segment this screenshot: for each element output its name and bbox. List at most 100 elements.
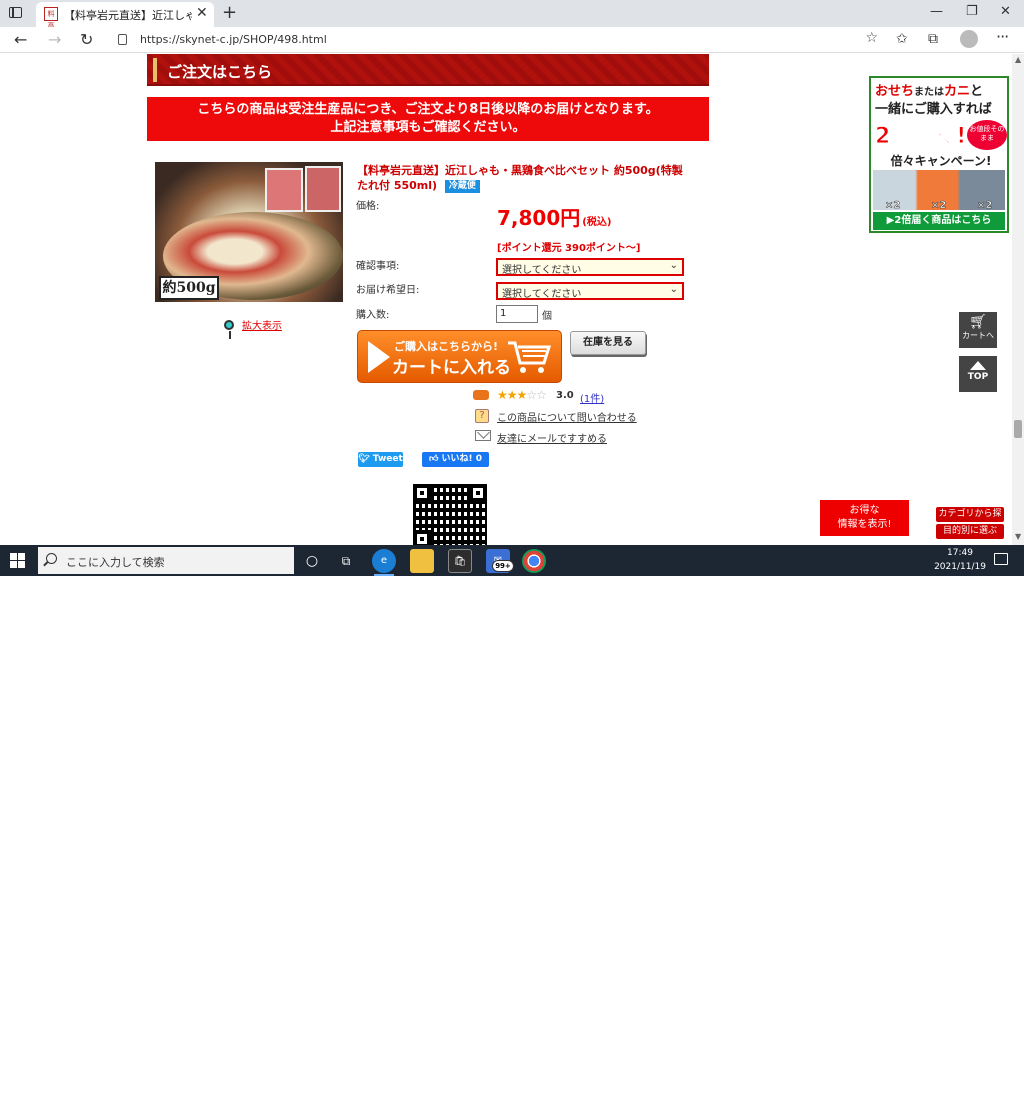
tab-title: 【料亭岩元直送】近江しゃも・黒鶏食 xyxy=(64,9,192,22)
store-icon[interactable]: 🛍︎ xyxy=(448,549,472,573)
page-scrollbar[interactable]: ▲ ▼ xyxy=(1012,54,1024,545)
banner-footer-link[interactable]: ▶2倍届く商品はこちら xyxy=(873,212,1005,230)
star-empty-icon: ☆ xyxy=(526,388,537,402)
people-icon[interactable]: ☺ xyxy=(830,1099,840,1110)
confirm-select[interactable]: 選択してください ⌄ xyxy=(496,258,684,276)
banner-multiplier: ×2 xyxy=(885,200,901,212)
scroll-up-icon[interactable]: ▲ xyxy=(1015,55,1021,64)
back-button[interactable]: ← xyxy=(14,30,27,49)
twitter-bird-icon: 🐦︎ xyxy=(358,454,370,464)
scroll-thumb[interactable] xyxy=(1014,420,1022,438)
delivery-select-value: 選択してください xyxy=(502,289,582,300)
facebook-like-button[interactable]: 👍︎ いいね! 0 xyxy=(422,452,489,467)
collections-icon[interactable]: ⧉ xyxy=(928,31,938,47)
ime-indicator[interactable]: A xyxy=(904,1096,913,1111)
magnifier-icon[interactable] xyxy=(224,320,234,339)
favorite-star-icon[interactable]: ☆ xyxy=(865,30,878,46)
go-to-cart-button[interactable]: 🛒︎ カートへ xyxy=(959,312,997,348)
deals-button[interactable]: お得な 情報を表示! xyxy=(820,500,909,536)
product-title: 【料亭岩元直送】近江しゃも・黒鶏食べ比べセット 約500g(特製たれ付 550m… xyxy=(357,164,683,192)
speaker-icon[interactable]: 🔊︎ xyxy=(884,1099,890,1110)
quantity-input[interactable]: 1 xyxy=(496,305,538,323)
cart-button-label: カートに入れる xyxy=(392,358,511,378)
price: 7,800円 (税込) xyxy=(497,202,611,231)
meat-pack-image xyxy=(305,166,341,212)
purpose-search-button[interactable]: 目的別に選ぶ xyxy=(936,524,1004,539)
cart-side-label: カートへ xyxy=(962,331,994,340)
cortana-icon[interactable]: ○ xyxy=(300,549,324,573)
banner-or: または xyxy=(914,87,945,98)
tweet-button[interactable]: 🐦︎ Tweet xyxy=(358,452,403,467)
clock-time[interactable]: 17:49 xyxy=(940,548,980,558)
browser-tab[interactable]: 料亭 【料亭岩元直送】近江しゃも・黒鶏食 ✕ xyxy=(36,2,214,30)
browser-tab-bar: 料亭 【料亭岩元直送】近江しゃも・黒鶏食 ✕ + — ❐ ✕ xyxy=(0,0,1024,30)
scroll-top-button[interactable]: TOP xyxy=(959,356,997,392)
category-search-button[interactable]: カテゴリから探す xyxy=(936,507,1004,534)
address-bar[interactable]: https://skynet-c.jp/SHOP/498.html ☆ xyxy=(110,30,890,50)
clock-date[interactable]: 2021/11/19 xyxy=(932,562,988,572)
banner-osechi: おせち xyxy=(875,84,915,99)
weight-badge: 約500g xyxy=(159,276,219,300)
rating-value: 3.0 xyxy=(556,390,574,401)
recommend-mail-link[interactable]: 友達にメールですすめる xyxy=(497,430,607,445)
meat-pack-image xyxy=(265,168,303,212)
onedrive-icon[interactable]: ☁ xyxy=(866,1099,876,1110)
cart-icon: 🛒︎ xyxy=(969,314,987,330)
campaign-banner[interactable]: おせちまたはカニと 一緒にご購入すれば 2倍届く! お値段そのまま 倍々キャンペ… xyxy=(869,76,1009,233)
network-icon[interactable]: ▭ xyxy=(848,1099,857,1110)
restore-button[interactable]: ❐ xyxy=(966,4,978,19)
play-arrow-icon xyxy=(368,341,390,373)
taskbar-search[interactable]: ここに入力して検索 xyxy=(38,547,294,574)
deal-line-1: お得な xyxy=(849,505,880,516)
scroll-down-icon[interactable]: ▼ xyxy=(1015,532,1021,541)
edge-icon[interactable]: e xyxy=(372,549,396,576)
tab-actions-button[interactable] xyxy=(6,4,26,22)
confirm-select-value: 選択してください xyxy=(502,265,582,276)
banner-multiplier: ×2 xyxy=(931,200,947,212)
question-icon: ? xyxy=(475,409,489,423)
new-tab-button[interactable]: + xyxy=(222,2,237,23)
file-explorer-icon[interactable] xyxy=(410,549,434,573)
weather-text[interactable]: 16°C くもり xyxy=(748,1100,806,1115)
arrow-up-icon xyxy=(970,361,986,370)
check-stock-button[interactable]: 在庫を見る xyxy=(570,331,646,355)
tab-close-icon[interactable]: ✕ xyxy=(196,5,208,21)
url-text: https://skynet-c.jp/SHOP/498.html xyxy=(140,33,327,46)
minimize-button[interactable]: — xyxy=(930,4,943,19)
product-name: 【料亭岩元直送】近江しゃも・黒鶏食べ比べセット 約500g(特製たれ付 550m… xyxy=(357,163,692,193)
chrome-icon[interactable] xyxy=(522,549,546,573)
delivery-date-label: お届け希望日: xyxy=(356,285,420,296)
product-image[interactable]: 約500g xyxy=(155,162,343,302)
forward-button[interactable]: → xyxy=(48,30,61,49)
price-label: 価格: xyxy=(356,201,380,212)
qr-finder xyxy=(413,530,431,545)
banner-subline: 一緒にご購入すれば xyxy=(875,102,992,117)
tweet-label: Tweet xyxy=(372,454,403,464)
banner-double: 2倍届く! xyxy=(874,124,967,150)
inquiry-link[interactable]: この商品について問い合わせる xyxy=(497,409,637,424)
refresh-button[interactable]: ↻ xyxy=(80,30,93,49)
mail-badge: 99+ xyxy=(492,560,514,572)
delivery-date-select[interactable]: 選択してください ⌄ xyxy=(496,282,684,300)
notice-line-1: こちらの商品は受注生産品につき、ご注文より8日後以降のお届けとなります。 xyxy=(197,102,659,117)
profile-avatar[interactable] xyxy=(960,30,978,48)
close-window-button[interactable]: ✕ xyxy=(1000,4,1011,19)
zoom-link[interactable]: 拡大表示 xyxy=(242,317,282,332)
tray-expand-icon[interactable]: ^ xyxy=(812,1099,820,1110)
star-rating: ★★★☆☆ xyxy=(497,388,547,402)
quantity-unit: 個 xyxy=(542,311,552,322)
more-menu-icon[interactable]: ··· xyxy=(996,27,1009,46)
add-to-cart-button[interactable]: ご購入はこちらから! カートに入れる xyxy=(357,330,562,383)
windows-start-icon[interactable] xyxy=(10,553,26,569)
chevron-down-icon: ⌄ xyxy=(669,260,678,271)
qr-finder xyxy=(413,484,431,502)
banner-and: と xyxy=(970,84,984,99)
notification-icon[interactable] xyxy=(994,553,1008,565)
review-count-link[interactable]: (1件) xyxy=(580,390,604,405)
banner-crab: カニ xyxy=(944,84,971,99)
banner-price-badge: お値段そのまま xyxy=(967,120,1007,150)
banner-campaign: 倍々キャンペーン! xyxy=(890,154,992,168)
task-view-icon[interactable]: ⧉ xyxy=(334,549,358,573)
star-icon: ★ xyxy=(497,388,508,402)
favorites-icon[interactable]: ✩ xyxy=(896,31,908,47)
